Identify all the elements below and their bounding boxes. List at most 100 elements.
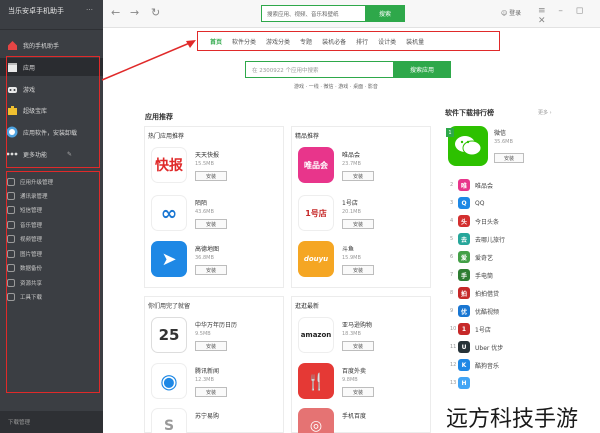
app-size: 12.3MB [195,377,214,383]
install-button[interactable]: 安装 [342,219,374,229]
section-title: 应用推荐 [145,113,173,121]
tab-topics[interactable]: 专题 [300,37,312,46]
rank-number: 7 [450,272,454,278]
app-name: 手机百度 [342,413,367,420]
brand-menu-icon[interactable]: … [86,4,93,12]
ranking-row[interactable]: 13 H [450,375,595,391]
top-search-button[interactable]: 搜索 [365,5,405,22]
app-name: 爱奇艺 [475,254,494,262]
install-button[interactable]: 安装 [195,341,227,351]
back-arrow-icon[interactable]: ← [111,6,120,20]
ranking-row[interactable]: 3 Q QQ [450,195,595,211]
ranking-row[interactable]: 2 唯唯品会 [450,177,595,193]
tab-installs[interactable]: 装机量 [406,37,424,46]
panel-title: 逛逛最新 [295,303,320,310]
ranking-row[interactable]: 7 手手电筒 [450,267,595,283]
app-size: 20.1MB [342,209,361,215]
app-size: 23.7MB [342,161,361,167]
rank-number: 13 [450,380,457,386]
app-name: QQ [475,199,485,207]
app-card[interactable]: 快报 天天快报 15.5MB 安装 [151,147,281,185]
install-button[interactable]: 安装 [195,171,227,181]
install-button[interactable]: 安装 [342,341,374,351]
app-size: 15.9MB [342,255,361,261]
ranking-top-item[interactable]: 1 微信 35.6MB 安装 [446,126,594,170]
app-name: 微信 [494,130,507,137]
app-card[interactable]: ➤ 高德地图 36.8MB 安装 [151,241,281,279]
app-size: 35.6MB [494,139,513,145]
app-card[interactable]: ∞ 陌陌 43.6MB 安装 [151,195,281,233]
install-button[interactable]: 安装 [195,219,227,229]
panel-hot-apps: 热门应用推荐 快报 天天快报 15.5MB 安装 ∞ 陌陌 43.6MB 安装 … [144,126,284,288]
app-card[interactable]: ◉ 腾讯新闻 12.3MB 安装 [151,363,281,401]
window-controls[interactable]: ≡ – ◻ ✕ [538,6,600,26]
annotation-arrow [101,40,196,81]
app-card[interactable]: 🍴 百度外卖 9.8MB 安装 [298,363,428,401]
app-brand: 当乐安卓手机助手 [8,7,64,15]
tab-essentials[interactable]: 装机必备 [322,37,346,46]
app-card[interactable]: ◎ 手机百度 [298,408,428,433]
install-button[interactable]: 安装 [494,153,524,163]
install-button[interactable]: 安装 [342,387,374,397]
calendar-icon: 25 [151,317,187,353]
rank-number: 1 [446,128,454,137]
refresh-icon[interactable]: ↻ [151,6,160,20]
install-button[interactable]: 安装 [342,265,374,275]
panel-featured: 精品推荐 唯品会 唯品会 23.7MB 安装 1号店 1号店 20.1MB 安装… [291,126,431,288]
app-search-box[interactable]: 在 2300922 个应用中搜索 搜索应用 [245,61,451,78]
sidebar-item-label: 我的手机助手 [23,42,60,50]
install-button[interactable]: 安装 [342,171,374,181]
app-search-button[interactable]: 搜索应用 [393,61,451,78]
app-name: 陌陌 [195,200,208,207]
douyu-icon: douyu [298,241,334,277]
app-size: 36.8MB [195,255,214,261]
download-manager[interactable]: 下载管理 [0,411,103,433]
ranking-row[interactable]: 11 U Uber 优步 [450,339,595,355]
app-card[interactable]: S 苏宁易购 [151,408,281,433]
install-button[interactable]: 安装 [195,265,227,275]
app-card[interactable]: douyu 斗鱼 15.9MB 安装 [298,241,428,279]
panel-latest: 逛逛最新 amazon 亚马逊购物 18.3MB 安装 🍴 百度外卖 9.8MB… [291,296,431,433]
top-search-box[interactable]: 搜索应用、视频、音乐和壁纸 搜索 [261,5,405,22]
top-search-input[interactable]: 搜索应用、视频、音乐和壁纸 [267,10,339,18]
ranking-row[interactable]: 10 1 1号店 [450,321,595,337]
app-size: 18.3MB [342,331,361,337]
qq-icon: Q [458,197,470,209]
app-name: 手电筒 [475,272,494,280]
tab-game-category[interactable]: 游戏分类 [266,37,290,46]
app-card[interactable]: 25 中华万年历日历 9.5MB 安装 [151,317,281,355]
hot-search-words[interactable]: 游戏 · 一线 · 微信 · 游戏 · 桌面 · 影音 [294,83,378,90]
install-button[interactable]: 安装 [195,387,227,397]
ranking-row[interactable]: 12 K 酷狗音乐 [450,357,595,373]
tab-design[interactable]: 设计类 [378,37,396,46]
ranking-row[interactable]: 9 优优酷视频 [450,303,595,319]
app-card[interactable]: 1号店 1号店 20.1MB 安装 [298,195,428,233]
qunar-icon: 去 [458,233,470,245]
panel-title: 热门应用推荐 [148,133,185,140]
ranking-title: 软件下载排行榜 [445,109,494,117]
kugou-icon: K [458,359,470,371]
ranking-row[interactable]: 4 头今日头条 [450,213,595,229]
tab-home[interactable]: 首页 [210,37,222,46]
wechat-icon [448,126,488,166]
app-name: 高德地图 [195,246,220,253]
app-card[interactable]: 唯品会 唯品会 23.7MB 安装 [298,147,428,185]
tab-ranking[interactable]: 排行 [356,37,368,46]
app-name: 唯品会 [342,152,361,159]
app-name: 去哪儿旅行 [475,236,506,244]
forward-arrow-icon[interactable]: → [130,6,139,20]
app-card[interactable]: amazon 亚马逊购物 18.3MB 安装 [298,317,428,355]
app-search-input[interactable]: 在 2300922 个应用中搜索 [252,66,319,74]
app-name: 中华万年历日历 [195,322,238,329]
app-name: 斗鱼 [342,246,355,253]
ranking-more-link[interactable]: 更多 › [538,109,552,116]
ranking-row[interactable]: 6 爱爱奇艺 [450,249,595,265]
kuaibao-icon: 快报 [151,147,187,183]
ranking-row[interactable]: 8 拍拍拍借贷 [450,285,595,301]
tab-software-category[interactable]: 软件分类 [232,37,256,46]
search-button-label: 搜索 [378,11,391,18]
ranking-row[interactable]: 5 去去哪儿旅行 [450,231,595,247]
app-name: Uber 优步 [475,344,504,352]
sidebar-item-my-phone[interactable]: 我的手机助手 [0,36,103,54]
login-link[interactable]: ☺ 登录 [501,8,521,17]
